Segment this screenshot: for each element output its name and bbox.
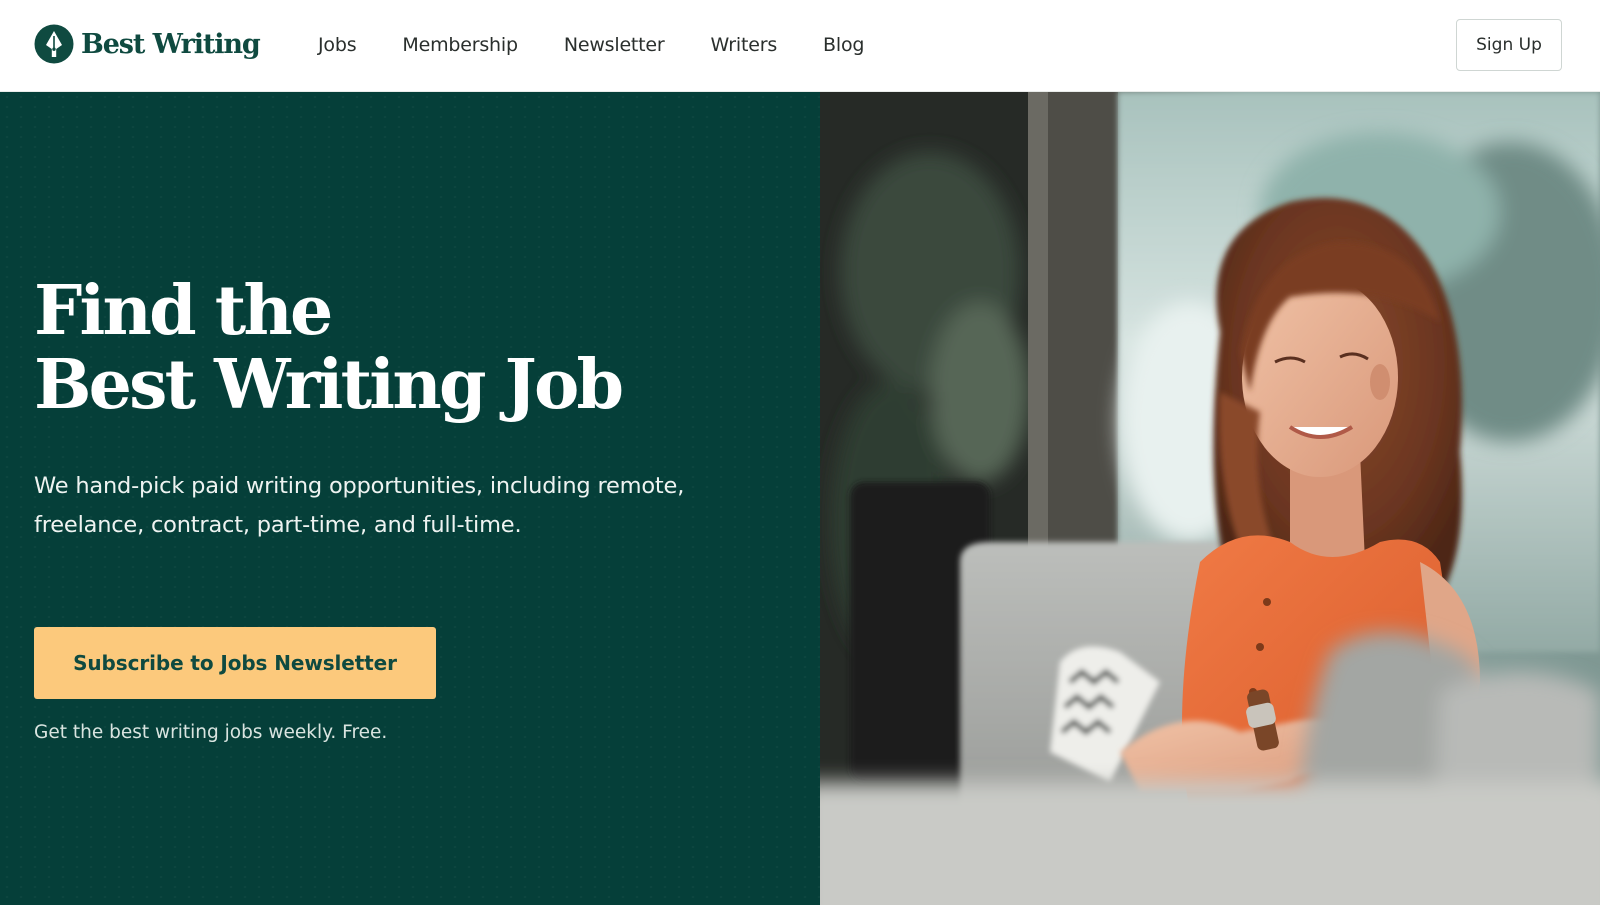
cta-note: Get the best writing jobs weekly. Free. <box>34 722 388 743</box>
sign-up-button[interactable]: Sign Up <box>1456 19 1562 71</box>
brand-logo-link[interactable]: Best Writing <box>34 22 261 66</box>
brand-name: Best Writing <box>81 28 261 60</box>
nav-item-blog[interactable]: Blog <box>823 34 864 56</box>
top-navigation-bar: Best Writing Jobs Membership Newsletter … <box>0 0 1600 92</box>
nav-item-newsletter[interactable]: Newsletter <box>564 34 665 56</box>
subscribe-newsletter-button[interactable]: Subscribe to Jobs Newsletter <box>34 627 436 699</box>
nav-item-membership[interactable]: Membership <box>402 34 518 56</box>
hero-subtitle: We hand-pick paid writing opportunities,… <box>34 473 685 538</box>
nav-item-writers[interactable]: Writers <box>711 34 778 56</box>
main-nav: Jobs Membership Newsletter Writers Blog <box>318 29 910 61</box>
nav-item-jobs[interactable]: Jobs <box>318 34 357 56</box>
pen-nib-icon <box>34 24 74 64</box>
hero-section: Find the Best Writing Job We hand-pick p… <box>0 92 820 905</box>
hero-title-line-1: Find the <box>34 271 333 351</box>
hero-title-line-2: Best Writing Job <box>34 345 624 425</box>
hero-title: Find the Best Writing Job <box>34 274 794 422</box>
hero-photo <box>820 92 1600 905</box>
